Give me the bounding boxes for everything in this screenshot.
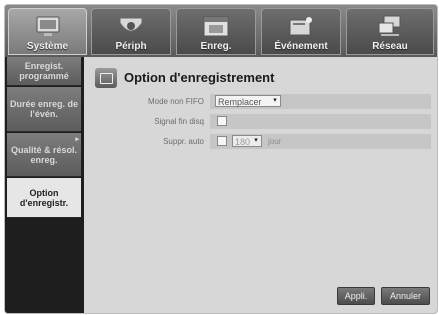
sidebar: Enregist. programmé Durée enreg. de l'év… — [5, 57, 84, 313]
network-icon — [378, 15, 401, 36]
main-panel: Option d'enregistrement Mode non FIFO Re… — [84, 57, 437, 313]
mode-non-fifo-select[interactable]: Remplacer ▾ — [215, 95, 281, 107]
suppr-auto-days-value: 180 — [235, 137, 251, 147]
record-icon — [203, 16, 229, 37]
top-tab-bar: Système Périph Enreg. Événement Réseau — [5, 5, 437, 57]
suppr-auto-unit: jour — [268, 137, 282, 146]
sidebar-item-label: Option d'enregistr. — [19, 187, 69, 208]
mode-non-fifo-label: Mode non FIFO — [147, 97, 204, 106]
mode-non-fifo-value: Remplacer — [218, 97, 262, 107]
tab-label: Réseau — [372, 41, 408, 52]
event-icon — [289, 17, 312, 36]
suppr-auto-label: Suppr. auto — [163, 137, 204, 146]
apply-button[interactable]: Appli. — [337, 287, 375, 305]
tab-label: Périph — [115, 41, 147, 52]
suppr-auto-row: Suppr. auto 180 ▾ jour — [92, 134, 431, 149]
dropdown-arrow-icon: ▾ — [254, 137, 258, 144]
signal-fin-disq-checkbox[interactable] — [217, 116, 227, 126]
suppr-auto-field: 180 ▾ jour — [210, 134, 431, 149]
camera-icon — [119, 17, 143, 32]
dvr-settings-window: Système Périph Enreg. Événement Réseau E… — [4, 4, 438, 314]
sidebar-item-label: Qualité & résol. enreg. — [10, 144, 78, 165]
record-option-icon — [95, 68, 117, 88]
tab-enreg[interactable]: Enreg. — [176, 8, 256, 55]
suppr-auto-checkbox[interactable] — [217, 136, 227, 146]
mode-non-fifo-row: Mode non FIFO Remplacer ▾ — [92, 94, 431, 109]
sidebar-item-qualite-resol[interactable]: ▸ Qualité & résol. enreg. — [7, 133, 81, 177]
signal-fin-disq-row: Signal fin disq — [92, 114, 431, 129]
tab-label: Événement — [274, 41, 328, 52]
dropdown-arrow-icon: ▾ — [273, 97, 277, 104]
sidebar-item-option-enregistr[interactable]: Option d'enregistr. — [7, 178, 81, 218]
tab-label: Enreg. — [200, 41, 232, 52]
tab-label: Système — [26, 41, 69, 52]
tab-systeme[interactable]: Système — [8, 8, 87, 55]
suppr-auto-days-select[interactable]: 180 ▾ — [232, 135, 262, 147]
sidebar-item-label: Enregist. programmé — [19, 61, 69, 81]
tab-reseau[interactable]: Réseau — [346, 8, 434, 55]
page-title: Option d'enregistrement — [124, 70, 275, 85]
sidebar-item-duree-enreg[interactable]: Durée enreg. de l'évén. — [7, 87, 81, 132]
tab-periph[interactable]: Périph — [91, 8, 171, 55]
sidebar-item-label: Durée enreg. de l'évén. — [9, 99, 79, 119]
system-icon — [36, 16, 59, 36]
signal-fin-disq-field — [210, 114, 431, 129]
tab-evenement[interactable]: Événement — [261, 8, 341, 55]
mode-non-fifo-field: Remplacer ▾ — [210, 94, 431, 109]
cancel-button[interactable]: Annuler — [381, 287, 430, 305]
expand-arrow-icon: ▸ — [75, 136, 79, 143]
sidebar-item-enregist-programme[interactable]: Enregist. programmé — [7, 57, 81, 86]
signal-fin-disq-label: Signal fin disq — [154, 117, 204, 126]
